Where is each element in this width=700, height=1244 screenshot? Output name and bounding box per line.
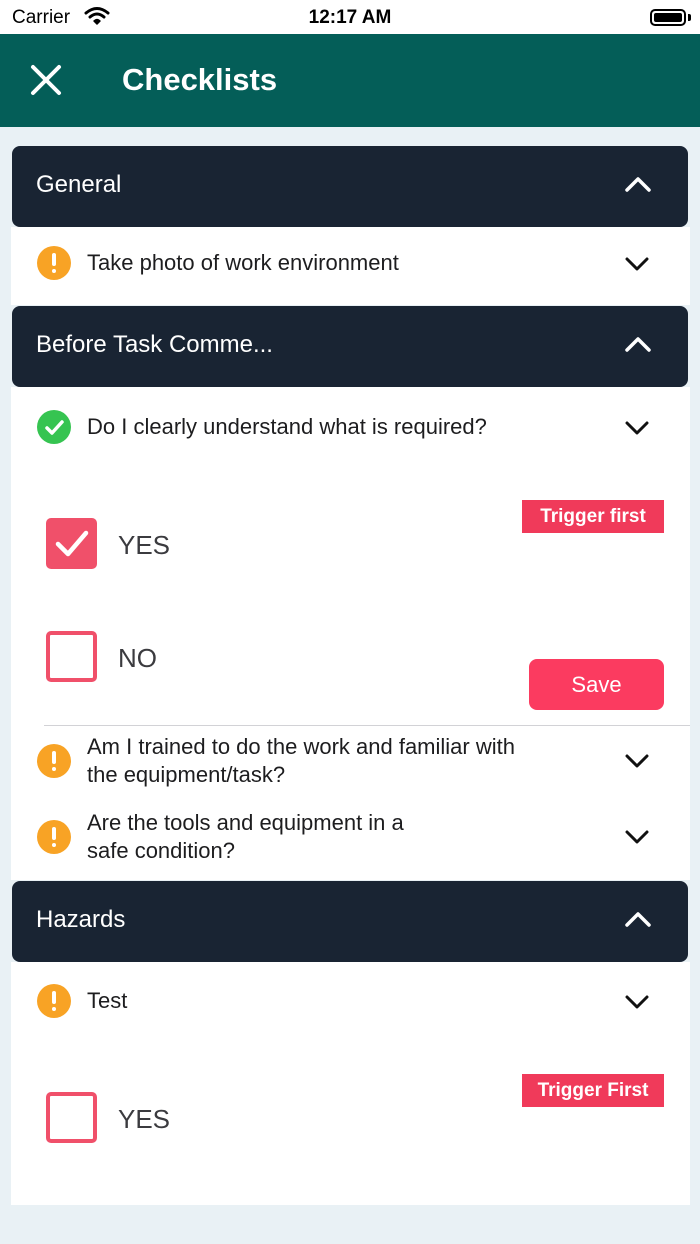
item-label: Am I trained to do the work and familiar… [87, 733, 515, 789]
chevron-down-icon[interactable] [623, 828, 651, 851]
divider [44, 725, 690, 726]
section-title: Before Task Comme... [36, 331, 273, 358]
section-title: Hazards [36, 906, 126, 933]
trigger-badge: Trigger first [522, 500, 664, 533]
warning-icon [37, 984, 71, 1018]
battery-nub [688, 14, 691, 21]
chevron-up-icon[interactable] [624, 334, 652, 359]
check-circle-icon [37, 410, 71, 444]
trigger-badge: Trigger First [522, 1074, 664, 1107]
option-label-no: NO [118, 643, 157, 673]
chevron-down-icon[interactable] [623, 993, 651, 1016]
chevron-down-icon[interactable] [623, 255, 651, 278]
item-label-line: safe condition? [87, 838, 235, 863]
chevron-up-icon[interactable] [624, 909, 652, 934]
section-header-before-task[interactable]: Before Task Comme... [12, 306, 688, 387]
item-label: Take photo of work environment [87, 250, 399, 275]
chevron-up-icon[interactable] [624, 174, 652, 199]
checklist-item[interactable]: Test [11, 970, 690, 1034]
item-label-line: Are the tools and equipment in a [87, 810, 404, 835]
item-label: Test [87, 988, 128, 1013]
checklist-item[interactable]: Am I trained to do the work and familiar… [11, 730, 690, 792]
warning-icon [37, 820, 71, 854]
section-header-hazards[interactable]: Hazards [12, 881, 688, 962]
section-header-general[interactable]: General [12, 146, 688, 227]
item-label-line: the equipment/task? [87, 762, 286, 787]
status-bar: Carrier 12:17 AM [0, 0, 700, 34]
option-label-yes: YES [118, 1104, 171, 1134]
close-icon[interactable] [26, 60, 66, 100]
chevron-down-icon[interactable] [623, 419, 651, 442]
section-title: General [36, 171, 122, 198]
battery-icon [650, 9, 686, 26]
item-label: Do I clearly understand what is required… [87, 414, 487, 439]
nav-bar: Checklists [0, 34, 700, 127]
checklist-item[interactable]: Are the tools and equipment in a safe co… [11, 806, 690, 868]
checkbox-yes[interactable] [46, 1092, 97, 1143]
clock: 12:17 AM [308, 7, 392, 28]
checkbox-no[interactable] [46, 631, 97, 682]
warning-icon [37, 246, 71, 280]
warning-icon [37, 744, 71, 778]
save-button[interactable]: Save [529, 659, 664, 710]
checklist-item[interactable]: Take photo of work environment [11, 227, 690, 305]
item-label: Are the tools and equipment in a safe co… [87, 809, 404, 865]
option-label-yes: YES [118, 530, 171, 560]
item-label-line: Am I trained to do the work and familiar… [87, 734, 515, 759]
checklist-item[interactable]: Do I clearly understand what is required… [11, 395, 690, 459]
chevron-down-icon[interactable] [623, 752, 651, 775]
page-title: Checklists [122, 62, 278, 97]
checkbox-yes[interactable] [46, 518, 97, 569]
